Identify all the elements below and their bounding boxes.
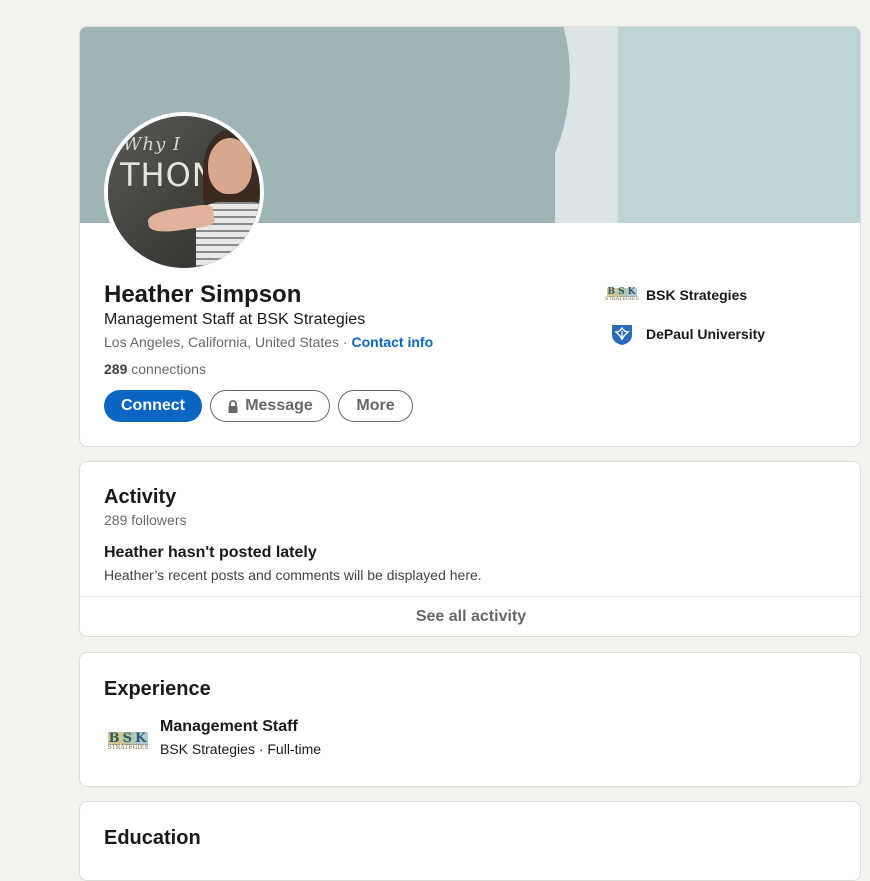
- bsk-strategies-logo[interactable]: BSK STRATEGIES: [104, 723, 152, 759]
- education-title: Education: [104, 827, 201, 849]
- lock-icon: [228, 399, 238, 413]
- school-link[interactable]: DePaul University: [608, 322, 765, 346]
- followers-count: 289 followers: [104, 512, 187, 528]
- see-all-activity-button[interactable]: See all activity: [80, 597, 860, 636]
- current-company-link[interactable]: BSK STRATEGIES BSK Strategies: [605, 283, 748, 307]
- education-card: Education: [79, 801, 861, 881]
- school-name: DePaul University: [646, 326, 766, 342]
- experience-card: Experience BSK STRATEGIES Management Sta…: [79, 652, 861, 787]
- profile-name: Heather Simpson: [104, 281, 302, 308]
- profile-card: Why I THON Heather Simpson Management St…: [79, 26, 861, 447]
- banner-right-panel: [618, 27, 860, 223]
- experience-title: Experience: [104, 678, 211, 700]
- activity-empty-description: Heather’s recent posts and comments will…: [104, 567, 482, 583]
- contact-info-link[interactable]: Contact info: [351, 334, 433, 350]
- location-row: Los Angeles, California, United States ·…: [104, 334, 433, 350]
- avatar-photo: Why I THON: [108, 116, 260, 268]
- activity-empty-heading: Heather hasn't posted lately: [104, 544, 317, 561]
- message-button-label: Message: [245, 397, 313, 414]
- top-edge: [0, 0, 870, 4]
- experience-role[interactable]: Management Staff: [160, 718, 298, 736]
- avatar-text-line1: Why I: [123, 134, 182, 155]
- more-button[interactable]: More: [338, 390, 413, 422]
- connect-button[interactable]: Connect: [104, 390, 202, 422]
- message-button[interactable]: Message: [210, 390, 330, 422]
- avatar-face: [208, 138, 252, 194]
- activity-card: Activity 289 followers Heather hasn't po…: [79, 461, 861, 637]
- experience-company-line: BSK Strategies · Full-time: [160, 741, 322, 757]
- depaul-shield-icon: [608, 322, 636, 346]
- activity-title: Activity: [104, 486, 177, 508]
- bsk-strategies-logo: BSK STRATEGIES: [605, 287, 639, 302]
- profile-location: Los Angeles, California, United States: [104, 334, 340, 350]
- location-separator: ·: [339, 334, 352, 350]
- profile-avatar[interactable]: Why I THON: [104, 112, 264, 272]
- connections-number: 289: [104, 361, 128, 377]
- connections-label: connections: [127, 361, 206, 377]
- current-company-name: BSK Strategies: [646, 287, 748, 303]
- connections-count[interactable]: 289 connections: [104, 361, 206, 377]
- profile-headline: Management Staff at BSK Strategies: [104, 311, 366, 328]
